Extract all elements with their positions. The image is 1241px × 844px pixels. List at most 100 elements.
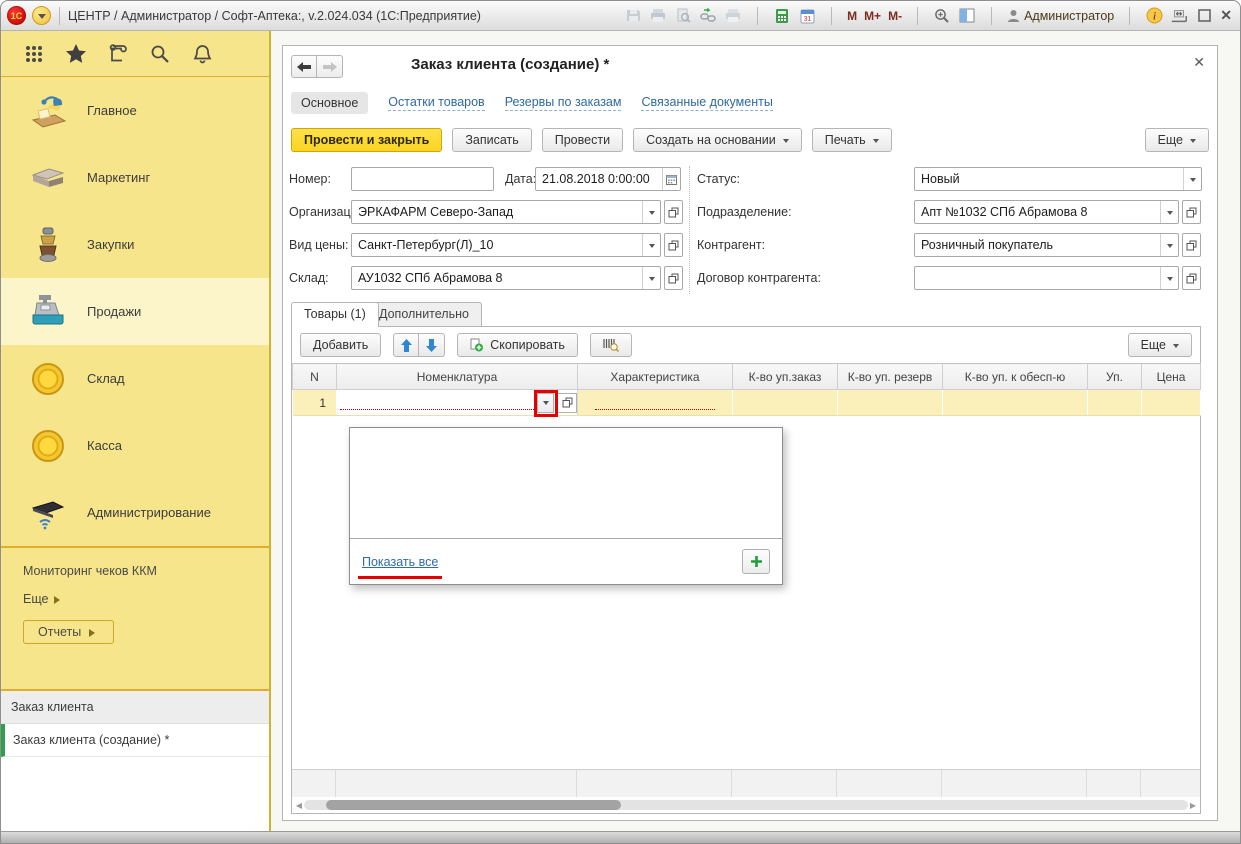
move-down-button[interactable]: [419, 333, 446, 357]
print-icon[interactable]: [649, 7, 667, 25]
calendar-icon[interactable]: 31: [798, 7, 816, 25]
close-icon[interactable]: ✕: [1220, 7, 1232, 24]
split-view-icon[interactable]: [958, 7, 976, 25]
row-number-cell[interactable]: 1: [292, 389, 337, 416]
characteristic-cell[interactable]: [577, 389, 733, 416]
memory-plus-button[interactable]: M+: [864, 9, 881, 23]
sidebar-item-sales[interactable]: Продажи: [1, 278, 269, 345]
print-button[interactable]: Печать: [811, 128, 892, 152]
sidebar-item-warehouse[interactable]: Склад: [1, 345, 269, 412]
print-current-icon[interactable]: [724, 7, 742, 25]
favorites-star-icon[interactable]: [65, 43, 87, 65]
nomenclature-cell[interactable]: [336, 389, 578, 417]
current-user-button[interactable]: Администратор: [1007, 9, 1114, 23]
warehouse-open-button[interactable]: [664, 266, 683, 290]
nomenclature-input[interactable]: [340, 396, 534, 410]
barcode-scan-button[interactable]: [589, 333, 632, 357]
qty-supply-cell[interactable]: [942, 389, 1088, 416]
move-up-button[interactable]: [393, 333, 420, 357]
col-n[interactable]: N: [292, 363, 337, 390]
col-price[interactable]: Цена: [1141, 363, 1201, 390]
col-pack[interactable]: Уп.: [1087, 363, 1142, 390]
monitoring-kkm-link[interactable]: Мониторинг чеков ККМ: [23, 564, 269, 578]
dropdown-caret[interactable]: [1183, 168, 1201, 190]
copy-row-button[interactable]: Скопировать: [457, 333, 578, 357]
sidebar-item-purchases[interactable]: Закупки: [1, 211, 269, 278]
create-new-item-button[interactable]: [742, 549, 770, 574]
create-based-on-button[interactable]: Создать на основании: [633, 128, 802, 152]
pack-cell[interactable]: [1087, 389, 1142, 416]
nav-link-related[interactable]: Связанные документы: [641, 95, 773, 111]
price-type-open-button[interactable]: [664, 233, 683, 257]
apps-grid-icon[interactable]: [23, 43, 45, 65]
qty-order-cell[interactable]: [732, 389, 838, 416]
zoom-icon[interactable]: [933, 7, 951, 25]
department-open-button[interactable]: [1182, 200, 1201, 224]
save-icon[interactable]: [624, 7, 642, 25]
main-menu-dropdown[interactable]: [32, 6, 51, 25]
window-resize-icon[interactable]: [1170, 7, 1188, 25]
dropdown-caret[interactable]: [642, 201, 660, 223]
status-field[interactable]: Новый: [914, 167, 1202, 191]
search-icon[interactable]: [149, 43, 171, 65]
department-field[interactable]: Апт №1032 СПб Абрамова 8: [914, 200, 1179, 224]
horizontal-scrollbar[interactable]: ◀ ▶: [294, 799, 1198, 811]
col-qty-reserve[interactable]: К-во уп. резерв: [837, 363, 943, 390]
maximize-icon[interactable]: [1195, 7, 1213, 25]
print-preview-icon[interactable]: [674, 7, 692, 25]
contract-field[interactable]: [914, 266, 1179, 290]
form-close-icon[interactable]: ✕: [1193, 54, 1205, 71]
scrollbar-track[interactable]: [304, 800, 1188, 810]
scroll-right-icon[interactable]: ▶: [1188, 801, 1198, 810]
save-button[interactable]: Записать: [452, 128, 532, 152]
tab-additional[interactable]: Дополнительно: [366, 302, 482, 326]
dropdown-caret[interactable]: [1160, 201, 1178, 223]
dropdown-caret[interactable]: [642, 267, 660, 289]
grid-more-button[interactable]: Еще: [1127, 333, 1192, 357]
post-button[interactable]: Провести: [541, 128, 624, 152]
forward-button[interactable]: [317, 55, 343, 78]
col-nomenclature[interactable]: Номенклатура: [336, 363, 578, 390]
scrollbar-thumb[interactable]: [326, 800, 621, 810]
price-type-field[interactable]: Санкт-Петербург(Л)_10: [351, 233, 661, 257]
organization-field[interactable]: ЭРКАФАРМ Северо-Запад: [351, 200, 661, 224]
nav-main[interactable]: Основное: [291, 92, 369, 114]
notifications-bell-icon[interactable]: [191, 43, 213, 65]
calculator-icon[interactable]: [773, 7, 791, 25]
scroll-left-icon[interactable]: ◀: [294, 801, 304, 810]
sidebar-item-administration[interactable]: Администрирование: [1, 479, 269, 546]
reports-button[interactable]: Отчеты: [23, 620, 115, 644]
number-field[interactable]: [351, 167, 494, 191]
nomenclature-dropdown-button[interactable]: [534, 389, 558, 417]
1c-logo-icon[interactable]: 1С: [7, 6, 26, 25]
sidebar-item-marketing[interactable]: Маркетинг: [1, 144, 269, 211]
sidebar-item-main[interactable]: Главное: [1, 77, 269, 144]
info-icon[interactable]: i: [1145, 7, 1163, 25]
price-cell[interactable]: [1141, 389, 1201, 416]
counterparty-field[interactable]: Розничный покупатель: [914, 233, 1179, 257]
tab-goods[interactable]: Товары (1): [291, 302, 379, 327]
nav-link-reserves[interactable]: Резервы по заказам: [504, 95, 622, 111]
sidebar-item-cashbox[interactable]: Касса: [1, 412, 269, 479]
dropdown-caret[interactable]: [1160, 267, 1178, 289]
exchange-link-icon[interactable]: [699, 7, 717, 25]
calendar-picker-icon[interactable]: [662, 168, 680, 190]
memory-minus-button[interactable]: M-: [888, 9, 902, 23]
table-row[interactable]: 1: [292, 389, 1201, 417]
col-qty-order[interactable]: К-во уп.заказ: [732, 363, 838, 390]
col-qty-supply[interactable]: К-во уп. к обесп-ю: [942, 363, 1088, 390]
add-row-button[interactable]: Добавить: [300, 333, 382, 357]
dropdown-list-empty[interactable]: [350, 428, 782, 539]
date-field[interactable]: 21.08.2018 0:00:00: [535, 167, 681, 191]
dropdown-caret[interactable]: [1160, 234, 1178, 256]
memory-recall-button[interactable]: M: [847, 9, 857, 23]
form-more-button[interactable]: Еще: [1144, 128, 1209, 152]
characteristic-input[interactable]: [594, 396, 716, 410]
contract-open-button[interactable]: [1182, 266, 1201, 290]
nomenclature-open-button[interactable]: [557, 392, 577, 413]
counterparty-open-button[interactable]: [1182, 233, 1201, 257]
sidebar-more-link[interactable]: Еще: [23, 592, 269, 606]
col-characteristic[interactable]: Характеристика: [577, 363, 733, 390]
nav-link-stock[interactable]: Остатки товаров: [388, 95, 485, 111]
open-window-item-active[interactable]: Заказ клиента (создание) *: [1, 724, 269, 757]
